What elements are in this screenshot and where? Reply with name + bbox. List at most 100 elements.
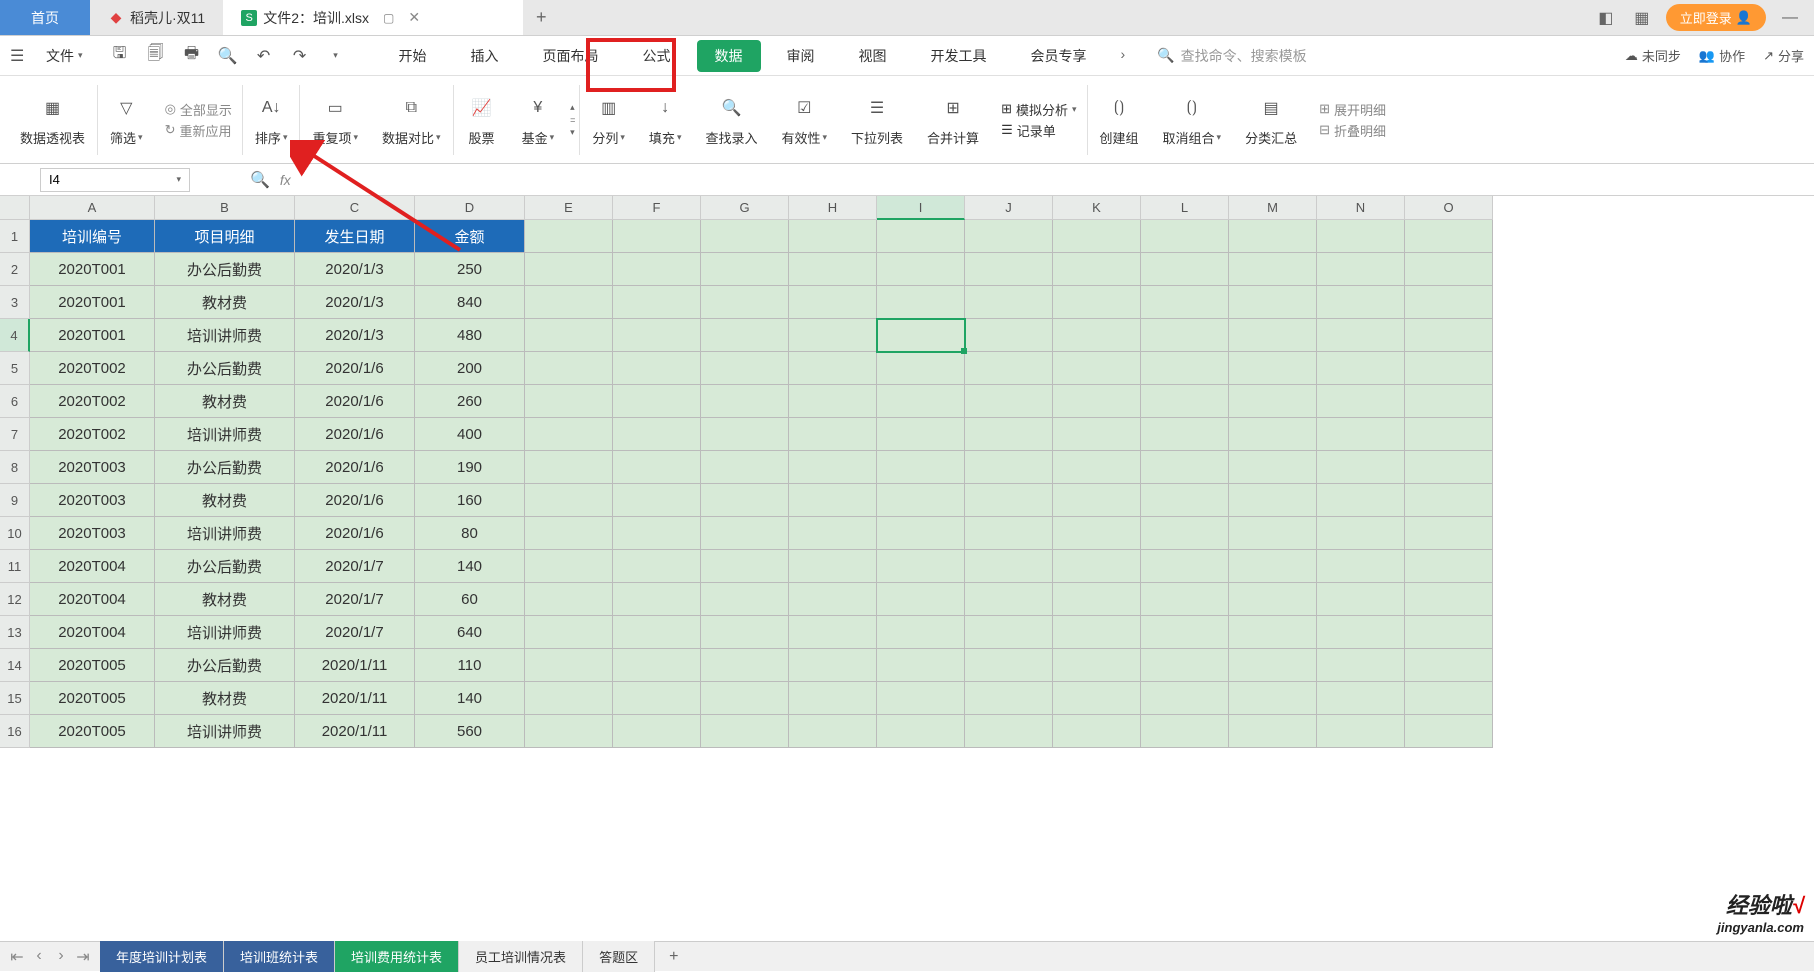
cell[interactable] bbox=[789, 286, 877, 319]
row-header[interactable]: 12 bbox=[0, 583, 30, 616]
cell[interactable] bbox=[789, 550, 877, 583]
cell[interactable] bbox=[965, 451, 1053, 484]
cell[interactable]: 640 bbox=[415, 616, 525, 649]
cell[interactable]: 培训讲师费 bbox=[155, 517, 295, 550]
cell[interactable] bbox=[1229, 616, 1317, 649]
cell[interactable] bbox=[613, 352, 701, 385]
cell[interactable] bbox=[789, 319, 877, 352]
cell[interactable] bbox=[965, 517, 1053, 550]
sort-button[interactable]: A↓ 排序▾ bbox=[243, 76, 300, 163]
cell[interactable] bbox=[1053, 385, 1141, 418]
cell[interactable] bbox=[613, 715, 701, 748]
row-header[interactable]: 6 bbox=[0, 385, 30, 418]
cell[interactable] bbox=[525, 682, 613, 715]
cell[interactable] bbox=[1141, 616, 1229, 649]
cell[interactable] bbox=[789, 682, 877, 715]
cell[interactable] bbox=[1053, 319, 1141, 352]
cell[interactable] bbox=[613, 253, 701, 286]
cell[interactable]: 2020/1/6 bbox=[295, 517, 415, 550]
cell[interactable] bbox=[1053, 286, 1141, 319]
cell[interactable]: 办公后勤费 bbox=[155, 352, 295, 385]
validity-button[interactable]: ☑ 有效性▾ bbox=[769, 76, 839, 163]
row-header[interactable]: 15 bbox=[0, 682, 30, 715]
cell[interactable] bbox=[1405, 517, 1493, 550]
simulate-button[interactable]: ⊞模拟分析▾ bbox=[1001, 100, 1076, 119]
cell[interactable] bbox=[1053, 253, 1141, 286]
hamburger-icon[interactable]: ☰ bbox=[10, 46, 30, 66]
record-button[interactable]: ☰记录单 bbox=[1001, 121, 1056, 140]
apps-icon[interactable]: ▦ bbox=[1630, 8, 1654, 28]
cell[interactable] bbox=[1405, 451, 1493, 484]
cell[interactable]: 560 bbox=[415, 715, 525, 748]
sheet-first-icon[interactable]: ⇤ bbox=[8, 947, 26, 967]
cell[interactable] bbox=[1141, 286, 1229, 319]
cell[interactable] bbox=[1053, 451, 1141, 484]
cell[interactable] bbox=[1053, 352, 1141, 385]
cell[interactable] bbox=[1053, 220, 1141, 253]
cell[interactable]: 140 bbox=[415, 550, 525, 583]
subtotal-button[interactable]: ▤ 分类汇总 bbox=[1233, 76, 1309, 163]
column-header[interactable]: E bbox=[525, 196, 613, 220]
column-header[interactable]: M bbox=[1229, 196, 1317, 220]
cell[interactable] bbox=[1317, 517, 1405, 550]
column-header[interactable]: D bbox=[415, 196, 525, 220]
cell[interactable] bbox=[525, 286, 613, 319]
cell[interactable] bbox=[965, 583, 1053, 616]
cell[interactable] bbox=[1141, 253, 1229, 286]
column-header[interactable]: O bbox=[1405, 196, 1493, 220]
cell[interactable] bbox=[613, 418, 701, 451]
cell[interactable] bbox=[1053, 649, 1141, 682]
reapply-button[interactable]: ↻重新应用 bbox=[165, 121, 232, 140]
cell[interactable] bbox=[965, 682, 1053, 715]
save-icon[interactable]: 🖫 bbox=[109, 45, 131, 67]
cell[interactable] bbox=[877, 220, 965, 253]
cell[interactable]: 2020T002 bbox=[30, 385, 155, 418]
cell[interactable]: 培训讲师费 bbox=[155, 616, 295, 649]
cell[interactable] bbox=[1317, 319, 1405, 352]
cell[interactable] bbox=[1229, 286, 1317, 319]
cell[interactable] bbox=[1405, 616, 1493, 649]
cell[interactable]: 2020T001 bbox=[30, 286, 155, 319]
cell[interactable] bbox=[965, 616, 1053, 649]
cell[interactable] bbox=[613, 583, 701, 616]
cell[interactable]: 办公后勤费 bbox=[155, 253, 295, 286]
stock-button[interactable]: 📈 股票 bbox=[454, 76, 510, 163]
cell[interactable] bbox=[1141, 550, 1229, 583]
cell[interactable] bbox=[1141, 418, 1229, 451]
cell[interactable]: 2020T001 bbox=[30, 253, 155, 286]
cell[interactable]: 2020T004 bbox=[30, 550, 155, 583]
column-header[interactable]: K bbox=[1053, 196, 1141, 220]
cell[interactable]: 培训讲师费 bbox=[155, 319, 295, 352]
cell[interactable] bbox=[701, 352, 789, 385]
cell[interactable] bbox=[525, 517, 613, 550]
cell[interactable] bbox=[1317, 682, 1405, 715]
cell[interactable] bbox=[965, 550, 1053, 583]
cell[interactable] bbox=[1229, 220, 1317, 253]
cell[interactable]: 140 bbox=[415, 682, 525, 715]
cell[interactable] bbox=[965, 484, 1053, 517]
cell[interactable] bbox=[1317, 550, 1405, 583]
cell[interactable]: 办公后勤费 bbox=[155, 451, 295, 484]
cell[interactable]: 教材费 bbox=[155, 484, 295, 517]
cell[interactable]: 2020/1/3 bbox=[295, 253, 415, 286]
row-header[interactable]: 2 bbox=[0, 253, 30, 286]
cell[interactable]: 2020/1/11 bbox=[295, 682, 415, 715]
cell[interactable] bbox=[1141, 319, 1229, 352]
consolidate-button[interactable]: ⊞ 合并计算 bbox=[915, 76, 991, 163]
cell[interactable] bbox=[877, 352, 965, 385]
cell[interactable] bbox=[877, 385, 965, 418]
sheet-next-icon[interactable]: › bbox=[52, 947, 70, 967]
list-mid-icon[interactable]: = bbox=[570, 115, 575, 125]
cell[interactable] bbox=[1053, 583, 1141, 616]
cell[interactable] bbox=[525, 484, 613, 517]
sheet-tab[interactable]: 培训班统计表 bbox=[224, 941, 335, 972]
tab-insert[interactable]: 插入 bbox=[453, 40, 517, 72]
cell[interactable]: 2020/1/6 bbox=[295, 484, 415, 517]
show-all-button[interactable]: ◎全部显示 bbox=[165, 100, 232, 119]
fill-button[interactable]: ↓ 填充▾ bbox=[637, 76, 694, 163]
cell[interactable]: 60 bbox=[415, 583, 525, 616]
cell[interactable] bbox=[1317, 616, 1405, 649]
cell[interactable]: 办公后勤费 bbox=[155, 550, 295, 583]
column-header[interactable]: N bbox=[1317, 196, 1405, 220]
pivot-button[interactable]: ▦ 数据透视表 bbox=[8, 76, 97, 163]
